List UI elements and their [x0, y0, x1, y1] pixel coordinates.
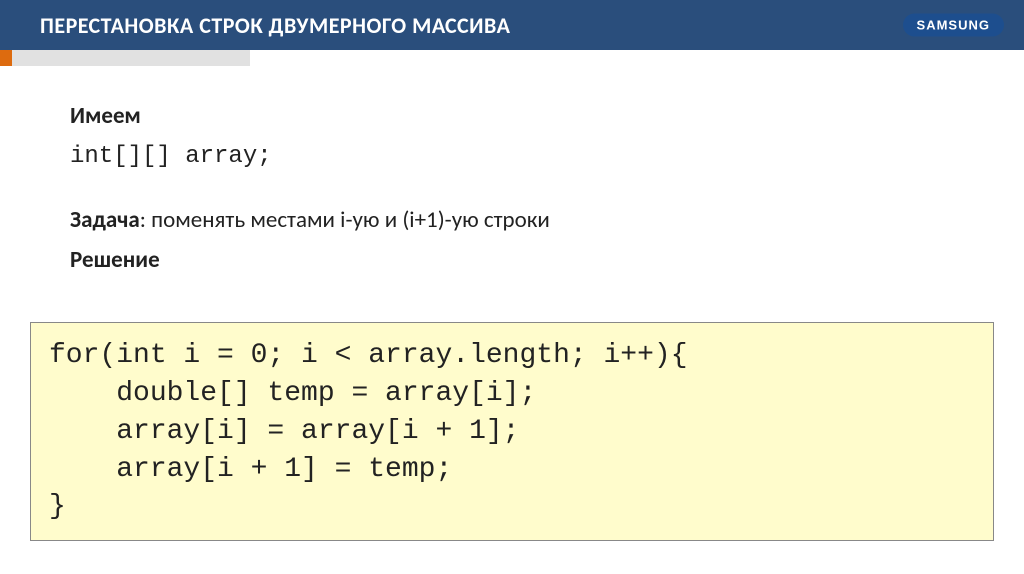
samsung-logo: SAMSUNG: [903, 14, 1004, 37]
task-label: Задача: [70, 206, 140, 234]
accent-bar: [0, 50, 250, 66]
task-line: Задача: поменять местами i-ую и (i+1)-ую…: [70, 204, 954, 236]
task-text: : поменять местами i-ую и (i+1)-ую строк…: [140, 206, 550, 234]
solution-label: Решение: [70, 244, 954, 276]
intro-label: Имеем: [70, 100, 954, 132]
slide-title: ПЕРЕСТАНОВКА СТРОК ДВУМЕРНОГО МАССИВА: [40, 12, 510, 39]
declaration-code: int[][] array;: [70, 140, 954, 174]
code-block: for(int i = 0; i < array.length; i++){ d…: [30, 322, 994, 541]
slide-content: Имеем int[][] array; Задача: поменять ме…: [0, 50, 1024, 304]
slide-header: ПЕРЕСТАНОВКА СТРОК ДВУМЕРНОГО МАССИВА SA…: [0, 0, 1024, 50]
